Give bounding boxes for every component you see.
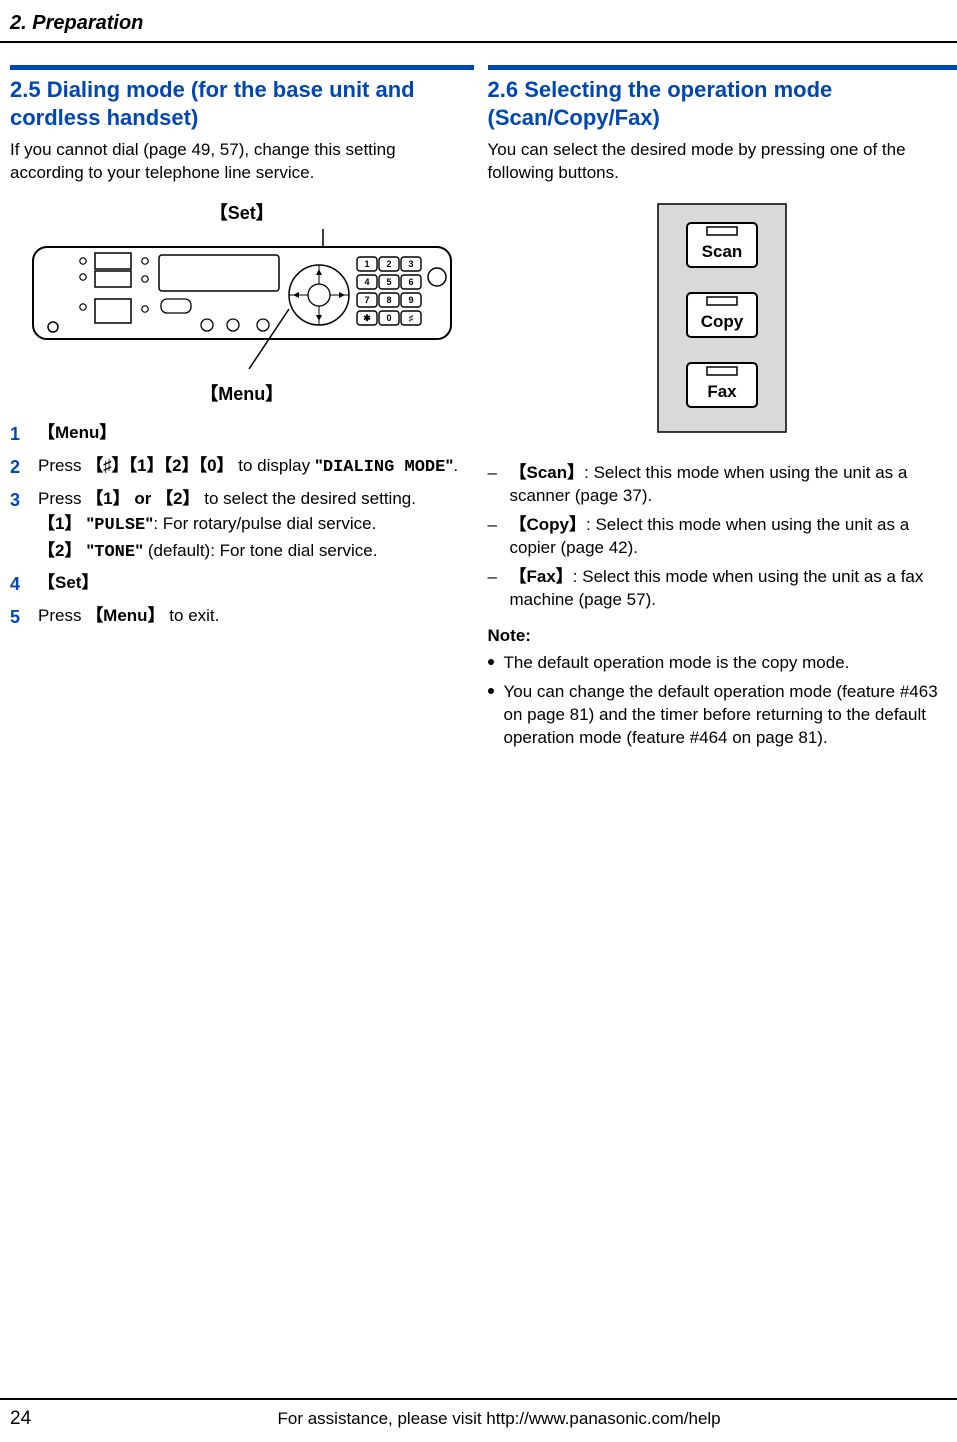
step-number: 3 xyxy=(10,488,26,565)
svg-text:3: 3 xyxy=(408,259,413,269)
svg-text:4: 4 xyxy=(364,277,369,287)
mode-fax-item: – 【Fax】: Select this mode when using the… xyxy=(488,566,957,612)
step-3-text: Press 【1】 or 【2】 to select the desired s… xyxy=(38,488,474,565)
step-5-text: Press 【Menu】 to exit. xyxy=(38,605,474,629)
svg-text:2: 2 xyxy=(386,259,391,269)
step-2: 2 Press 【♯】【1】【2】【0】 to display "DIALING… xyxy=(10,455,474,480)
fax-button-label: Fax xyxy=(708,382,738,401)
bullet-icon xyxy=(488,688,494,694)
page-footer: 24 For assistance, please visit http://w… xyxy=(0,1398,957,1442)
mode-copy-item: – 【Copy】: Select this mode when using th… xyxy=(488,514,957,560)
svg-text:0: 0 xyxy=(386,313,391,323)
note-2-text: You can change the default operation mod… xyxy=(504,681,957,750)
right-column: 2.6 Selecting the operation mode (Scan/C… xyxy=(484,43,957,756)
step-number: 1 xyxy=(10,422,26,446)
step-5: 5 Press 【Menu】 to exit. xyxy=(10,605,474,629)
step-1: 1 【Menu】 xyxy=(10,422,474,446)
note-item: The default operation mode is the copy m… xyxy=(488,652,957,675)
step-1-text: 【Menu】 xyxy=(38,422,474,446)
bullet-icon xyxy=(488,659,494,665)
callout-set-label: 【Set】 xyxy=(10,201,474,225)
section-2-5-heading: 2.5 Dialing mode (for the base unit and … xyxy=(10,76,474,131)
svg-text:7: 7 xyxy=(364,295,369,305)
svg-text:8: 8 xyxy=(386,295,391,305)
step-number: 5 xyxy=(10,605,26,629)
section-2-5-intro: If you cannot dial (page 49, 57), change… xyxy=(10,139,474,185)
note-heading: Note: xyxy=(488,625,957,648)
svg-text:5: 5 xyxy=(386,277,391,287)
mode-description-list: – 【Scan】: Select this mode when using th… xyxy=(488,462,957,612)
dash-icon: – xyxy=(488,514,500,560)
callout-menu-label: 【Menu】 xyxy=(10,382,474,406)
procedure-steps: 1 【Menu】 2 Press 【♯】【1】【2】【0】 to display… xyxy=(10,422,474,629)
dash-icon: – xyxy=(488,462,500,508)
step-number: 4 xyxy=(10,572,26,596)
note-list: The default operation mode is the copy m… xyxy=(488,652,957,750)
footer-assist-text: For assistance, please visit http://www.… xyxy=(51,1408,947,1431)
chapter-header: 2. Preparation xyxy=(0,0,957,43)
svg-text:✱: ✱ xyxy=(363,313,371,323)
scan-button-label: Scan xyxy=(702,242,743,261)
note-item: You can change the default operation mod… xyxy=(488,681,957,750)
mode-buttons-illustration: Scan Copy Fax xyxy=(488,203,957,440)
svg-text:9: 9 xyxy=(408,295,413,305)
step-4-text: 【Set】 xyxy=(38,572,474,596)
left-column: 2.5 Dialing mode (for the base unit and … xyxy=(10,43,484,756)
device-panel-illustration: 1 2 3 4 5 6 7 8 9 ✱ 0 ♯ xyxy=(10,229,474,376)
svg-text:♯: ♯ xyxy=(409,313,414,323)
section-2-6-intro: You can select the desired mode by press… xyxy=(488,139,957,185)
mode-scan-item: – 【Scan】: Select this mode when using th… xyxy=(488,462,957,508)
svg-text:1: 1 xyxy=(364,259,369,269)
step-number: 2 xyxy=(10,455,26,480)
page-number: 24 xyxy=(10,1406,31,1432)
step-3: 3 Press 【1】 or 【2】 to select the desired… xyxy=(10,488,474,565)
section-divider-bar xyxy=(10,65,474,70)
copy-button-label: Copy xyxy=(701,312,744,331)
note-1-text: The default operation mode is the copy m… xyxy=(504,652,850,675)
section-2-6-heading: 2.6 Selecting the operation mode (Scan/C… xyxy=(488,76,957,131)
section-divider-bar xyxy=(488,65,957,70)
content-columns: 2.5 Dialing mode (for the base unit and … xyxy=(0,43,957,756)
svg-text:6: 6 xyxy=(408,277,413,287)
chapter-title: 2. Preparation xyxy=(10,12,143,34)
step-4: 4 【Set】 xyxy=(10,572,474,596)
step-2-text: Press 【♯】【1】【2】【0】 to display "DIALING M… xyxy=(38,455,474,480)
dash-icon: – xyxy=(488,566,500,612)
